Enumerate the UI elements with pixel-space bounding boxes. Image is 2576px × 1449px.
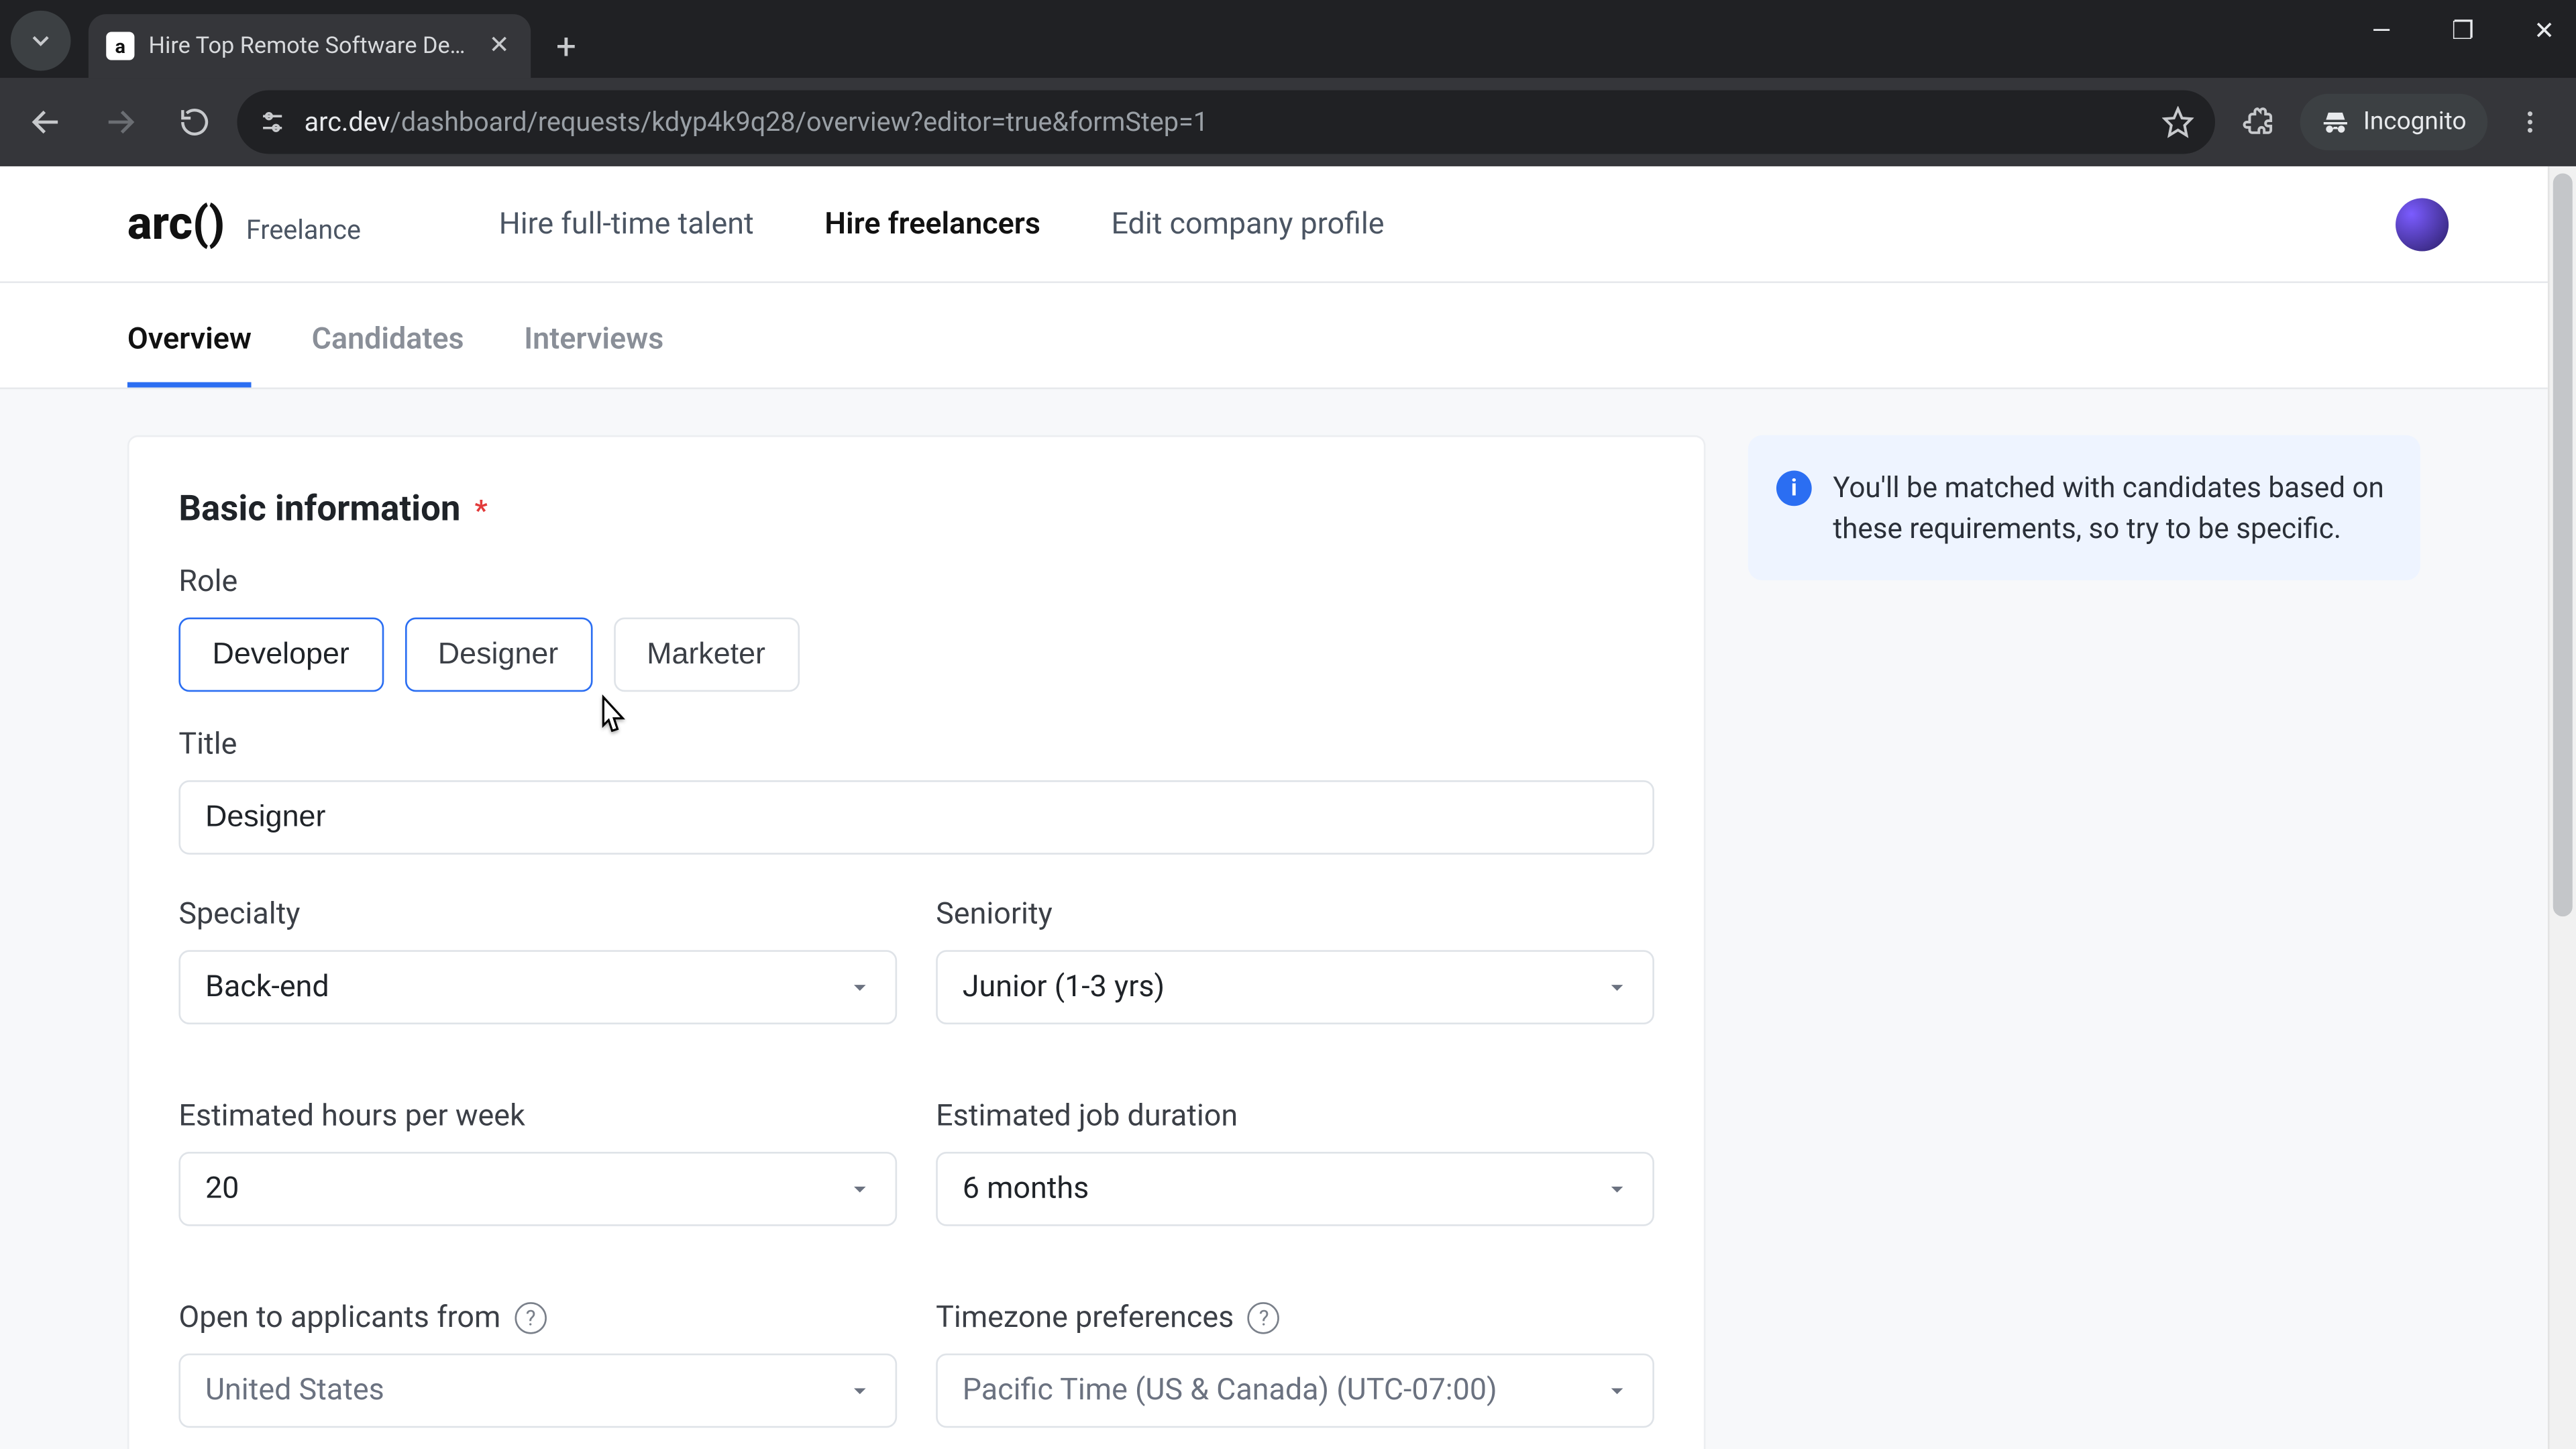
required-mark: * (475, 494, 488, 527)
applicants-value: United States (205, 1373, 384, 1409)
window-maximize-button[interactable]: ❐ (2442, 17, 2484, 46)
incognito-label: Incognito (2363, 108, 2467, 136)
info-text: You'll be matched with candidates based … (1833, 467, 2388, 549)
tab-close-button[interactable]: ✕ (485, 32, 513, 60)
seniority-label: Seniority (936, 897, 1654, 932)
duration-value: 6 months (963, 1171, 1089, 1207)
content-grid: Basic information * Role Developer Desig… (0, 389, 2548, 1449)
primary-nav: Hire full-time talent Hire freelancers E… (499, 206, 1385, 241)
browser-toolbar: arc.dev/dashboard/requests/kdyp4k9q28/ov… (0, 78, 2576, 166)
site-settings-icon[interactable] (258, 108, 286, 136)
reload-icon (178, 106, 210, 138)
window-minimize-button[interactable]: ― (2360, 17, 2402, 46)
url-text: arc.dev/dashboard/requests/kdyp4k9q28/ov… (305, 106, 2144, 138)
help-icon[interactable]: ? (515, 1302, 546, 1334)
info-callout: i You'll be matched with candidates base… (1748, 435, 2420, 581)
duration-select[interactable]: 6 months (936, 1152, 1654, 1226)
role-options: Developer Designer Marketer (178, 617, 1654, 692)
vertical-scrollbar[interactable] (2548, 166, 2576, 1449)
window-controls: ― ❐ ✕ (2360, 17, 2565, 46)
browser-menu-button[interactable] (2498, 91, 2562, 154)
scrollbar-thumb[interactable] (2553, 173, 2573, 916)
applicants-label: Open to applicants from ? (178, 1300, 897, 1336)
specialty-value: Back-end (205, 969, 329, 1005)
title-label: Title (178, 727, 1654, 763)
specialty-select[interactable]: Back-end (178, 950, 897, 1024)
tab-search-button[interactable] (11, 11, 71, 71)
url-host: arc.dev (305, 106, 390, 138)
caret-down-icon (1603, 973, 1631, 1002)
site-header: arc() Freelance Hire full-time talent Hi… (0, 166, 2576, 283)
kebab-icon (2516, 108, 2544, 136)
timezone-label-text: Timezone preferences (936, 1300, 1234, 1336)
hours-label: Estimated hours per week (178, 1099, 897, 1134)
bookmark-button[interactable] (2161, 106, 2193, 138)
page-body: Overview Candidates Interviews Basic inf… (0, 283, 2548, 1449)
logo-subtext: Freelance (246, 213, 361, 245)
avatar[interactable] (2396, 197, 2449, 250)
url-path: /dashboard/requests/kdyp4k9q28/overview?… (390, 106, 1208, 138)
duration-label: Estimated job duration (936, 1099, 1654, 1134)
forward-button[interactable] (89, 91, 152, 154)
help-icon[interactable]: ? (1248, 1302, 1279, 1334)
brand[interactable]: arc() Freelance (127, 197, 361, 250)
browser-tab-active[interactable]: a Hire Top Remote Software Deve ✕ (89, 14, 531, 78)
nav-edit-company[interactable]: Edit company profile (1111, 206, 1384, 241)
role-developer-chip[interactable]: Developer (178, 617, 383, 692)
page-viewport: arc() Freelance Hire full-time talent Hi… (0, 166, 2576, 1449)
info-icon: i (1776, 471, 1812, 506)
specialty-label: Specialty (178, 897, 897, 932)
role-marketer-chip[interactable]: Marketer (613, 617, 799, 692)
puzzle-icon (2241, 106, 2273, 138)
caret-down-icon (846, 1175, 874, 1203)
nav-hire-freelancers[interactable]: Hire freelancers (824, 206, 1040, 241)
tab-overview[interactable]: Overview (127, 322, 252, 388)
logo-text: arc() (127, 197, 225, 250)
hours-select[interactable]: 20 (178, 1152, 897, 1226)
window-close-button[interactable]: ✕ (2523, 17, 2565, 46)
arrow-left-icon (28, 105, 64, 140)
hours-value: 20 (205, 1171, 239, 1207)
incognito-indicator[interactable]: Incognito (2300, 94, 2487, 150)
role-designer-chip[interactable]: Designer (405, 617, 592, 692)
timezone-value: Pacific Time (US & Canada) (UTC-07:00) (963, 1373, 1497, 1409)
seniority-value: Junior (1-3 yrs) (963, 969, 1165, 1005)
address-bar[interactable]: arc.dev/dashboard/requests/kdyp4k9q28/ov… (237, 91, 2214, 154)
section-title: Basic information (178, 486, 460, 529)
timezone-label: Timezone preferences ? (936, 1300, 1654, 1336)
applicants-select[interactable]: United States (178, 1354, 897, 1428)
favicon-icon: a (106, 32, 134, 60)
incognito-icon (2321, 108, 2349, 136)
tab-strip: a Hire Top Remote Software Deve ✕ + ― ❐ … (0, 0, 2576, 78)
caret-down-icon (846, 1377, 874, 1405)
timezone-select[interactable]: Pacific Time (US & Canada) (UTC-07:00) (936, 1354, 1654, 1428)
chevron-down-icon (27, 27, 55, 55)
caret-down-icon (1603, 1377, 1631, 1405)
reload-button[interactable] (163, 91, 227, 154)
caret-down-icon (1603, 1175, 1631, 1203)
title-input[interactable] (178, 780, 1654, 855)
caret-down-icon (846, 973, 874, 1002)
star-icon (2161, 106, 2193, 138)
arrow-right-icon (103, 105, 138, 140)
applicants-label-text: Open to applicants from (178, 1300, 500, 1336)
role-label: Role (178, 564, 1654, 600)
nav-hire-full-time[interactable]: Hire full-time talent (499, 206, 754, 241)
tab-title: Hire Top Remote Software Deve (149, 33, 472, 60)
extensions-button[interactable] (2225, 91, 2289, 154)
seniority-select[interactable]: Junior (1-3 yrs) (936, 950, 1654, 1024)
basic-info-card: Basic information * Role Developer Desig… (127, 435, 1706, 1449)
browser-chrome: a Hire Top Remote Software Deve ✕ + ― ❐ … (0, 0, 2576, 166)
tune-icon (258, 108, 286, 136)
section-heading-row: Basic information * (178, 486, 1654, 529)
tab-interviews[interactable]: Interviews (524, 322, 663, 388)
tab-candidates[interactable]: Candidates (312, 322, 464, 388)
back-button[interactable] (14, 91, 78, 154)
new-tab-button[interactable]: + (541, 21, 591, 71)
request-tabs: Overview Candidates Interviews (0, 283, 2548, 389)
